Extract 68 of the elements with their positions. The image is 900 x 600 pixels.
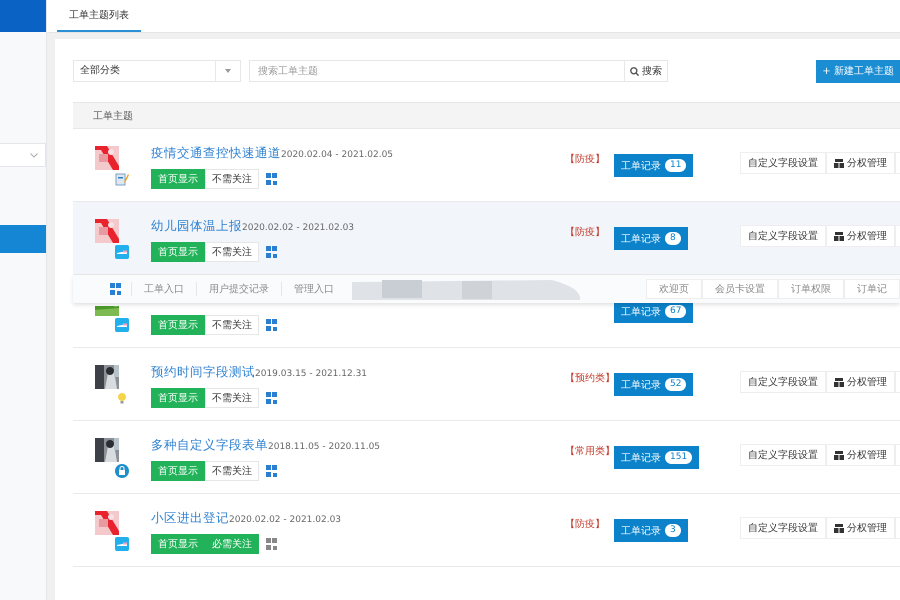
- sidebar-header: [0, 0, 46, 32]
- permission-button[interactable]: 分权管理: [826, 152, 895, 174]
- field-settings-button[interactable]: 自定义字段设置: [740, 225, 826, 247]
- date-range: 2020.02.04 - 2021.02.05: [281, 150, 394, 160]
- homepage-toggle[interactable]: 首页显示: [151, 461, 205, 481]
- date-range: 2020.02.02 - 2021.02.03: [229, 515, 342, 525]
- chevron-down-icon: [30, 152, 38, 158]
- ticket-icon: [115, 245, 129, 259]
- column-header: 工单主题: [93, 110, 133, 122]
- follow-toggle[interactable]: 必需关注: [205, 534, 259, 554]
- homepage-toggle[interactable]: 首页显示: [151, 534, 205, 554]
- permission-button[interactable]: 分权管理: [826, 225, 895, 247]
- search-field[interactable]: 搜索工单主题: [249, 60, 625, 82]
- menu-button[interactable]: 订单记: [844, 279, 900, 299]
- date-range: 2020.02.02 - 2021.02.03: [242, 223, 354, 233]
- menu-button[interactable]: 订单权限: [778, 279, 844, 299]
- follow-toggle[interactable]: 不需关注: [205, 242, 259, 262]
- sidebar-item[interactable]: [0, 225, 46, 253]
- menu-link[interactable]: 管理入口: [281, 282, 346, 296]
- qr-code-icon: [110, 283, 121, 295]
- menu-link[interactable]: 工单入口: [131, 282, 196, 296]
- category-tag: 【防疫】: [565, 227, 605, 238]
- document-icon: [115, 172, 129, 186]
- follow-toggle[interactable]: 不需关注: [205, 315, 259, 335]
- field-settings-button[interactable]: 自定义字段设置: [740, 517, 826, 539]
- category-tag: 【防疫】: [565, 154, 605, 165]
- ticket-icon: [115, 537, 129, 551]
- topic-link[interactable]: 疫情交通查控快速通道: [151, 145, 281, 162]
- homepage-toggle[interactable]: 首页显示: [151, 388, 205, 408]
- field-settings-button[interactable]: 自定义字段设置: [740, 152, 826, 174]
- homepage-toggle[interactable]: 首页显示: [151, 242, 205, 262]
- permission-button[interactable]: 分权管理: [826, 444, 895, 466]
- permission-button[interactable]: 分权管理: [826, 517, 895, 539]
- category-tag: 【防疫】: [565, 519, 605, 530]
- records-button[interactable]: 工单记录 11: [614, 154, 694, 177]
- topic-link[interactable]: 多种自定义字段表单: [151, 437, 268, 454]
- homepage-toggle[interactable]: 首页显示: [151, 169, 205, 189]
- caret-down-icon: [225, 69, 231, 73]
- topic-link[interactable]: 小区进出登记: [151, 510, 229, 527]
- follow-toggle[interactable]: 不需关注: [205, 388, 259, 408]
- records-button[interactable]: 工单记录 3: [614, 519, 688, 542]
- permission-button[interactable]: 分权管理: [826, 371, 895, 393]
- sidebar-dropdown[interactable]: [0, 143, 46, 167]
- topic-link[interactable]: 幼儿园体温上报: [151, 218, 242, 235]
- category-tag: 【预约类】: [565, 373, 615, 384]
- menu-button[interactable]: 欢迎页: [646, 279, 702, 299]
- ticket-icon: [115, 318, 129, 332]
- follow-toggle[interactable]: 不需关注: [205, 169, 259, 189]
- homepage-toggle[interactable]: 首页显示: [151, 315, 205, 335]
- records-button[interactable]: 工单记录 8: [614, 227, 688, 250]
- records-button[interactable]: 工单记录 151: [614, 446, 700, 469]
- field-settings-button[interactable]: 自定义字段设置: [740, 444, 826, 466]
- select-value: 全部分类: [79, 64, 121, 78]
- menu-button[interactable]: 会员卡设置: [702, 279, 778, 299]
- search-icon: [630, 66, 639, 76]
- records-button[interactable]: 工单记录 52: [614, 373, 694, 396]
- menu-link[interactable]: 用户提交记录: [196, 282, 281, 296]
- date-range: 2018.11.05 - 2020.11.05: [268, 442, 380, 452]
- topic-link[interactable]: 预约时间字段测试: [151, 364, 255, 381]
- lock-icon: [115, 464, 129, 478]
- category-select[interactable]: 全部分类: [73, 60, 241, 82]
- follow-toggle[interactable]: 不需关注: [205, 461, 259, 481]
- search-button[interactable]: 搜索: [625, 60, 668, 82]
- category-tag: 【常用类】: [565, 446, 615, 457]
- light-bulb-icon: [115, 391, 129, 405]
- date-range: 2019.03.15 - 2021.12.31: [255, 369, 368, 379]
- field-settings-button[interactable]: 自定义字段设置: [740, 371, 826, 393]
- new-topic-button[interactable]: + 新建工单主题: [816, 60, 900, 82]
